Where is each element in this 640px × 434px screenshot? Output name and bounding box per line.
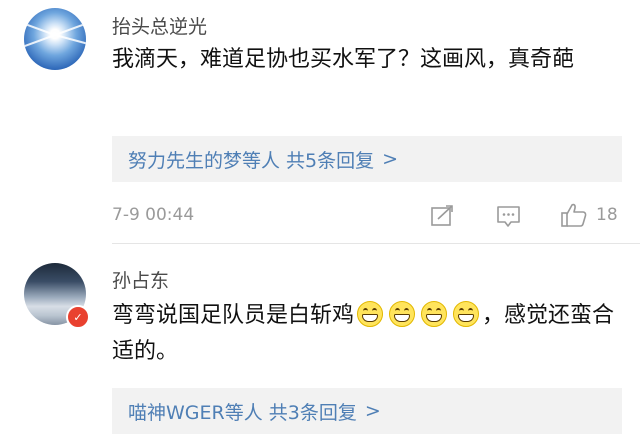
comment-text-part: 弯弯说国足队员是白斩鸡 xyxy=(112,303,355,328)
comment-text: 弯弯说国足队员是白斩鸡 ，感觉还蛮合适的。 xyxy=(112,298,622,370)
replies-link[interactable]: 努力先生的梦等人 共5条回复 > xyxy=(112,136,622,182)
grin-emoji-icon xyxy=(421,301,448,327)
avatar[interactable] xyxy=(24,8,86,70)
thumbs-up-icon[interactable] xyxy=(560,202,588,228)
replies-label: 努力先生的梦等人 共5条回复 xyxy=(128,149,375,172)
like-count: 18 xyxy=(596,205,618,225)
timestamp: 7-9 00:44 xyxy=(112,205,195,225)
replies-link[interactable]: 喵神WGER等人 共3条回复 > xyxy=(112,388,622,434)
grin-emoji-icon xyxy=(389,301,416,327)
chevron-right-icon: > xyxy=(364,400,381,422)
official-v-badge-icon: ✓ xyxy=(66,305,90,329)
grin-emoji-icon xyxy=(357,301,384,327)
chevron-right-icon: > xyxy=(382,148,399,170)
replies-label: 喵神WGER等人 共3条回复 xyxy=(128,401,357,424)
username[interactable]: 抬头总逆光 xyxy=(112,12,207,39)
grin-emoji-icon xyxy=(453,301,480,327)
comment-text: 我滴天，难道足协也买水军了？这画风，真奇葩 xyxy=(112,47,575,72)
share-icon[interactable] xyxy=(430,204,456,228)
divider xyxy=(112,243,640,244)
username[interactable]: 孙占东 xyxy=(112,266,169,293)
comment-icon[interactable] xyxy=(496,204,522,228)
